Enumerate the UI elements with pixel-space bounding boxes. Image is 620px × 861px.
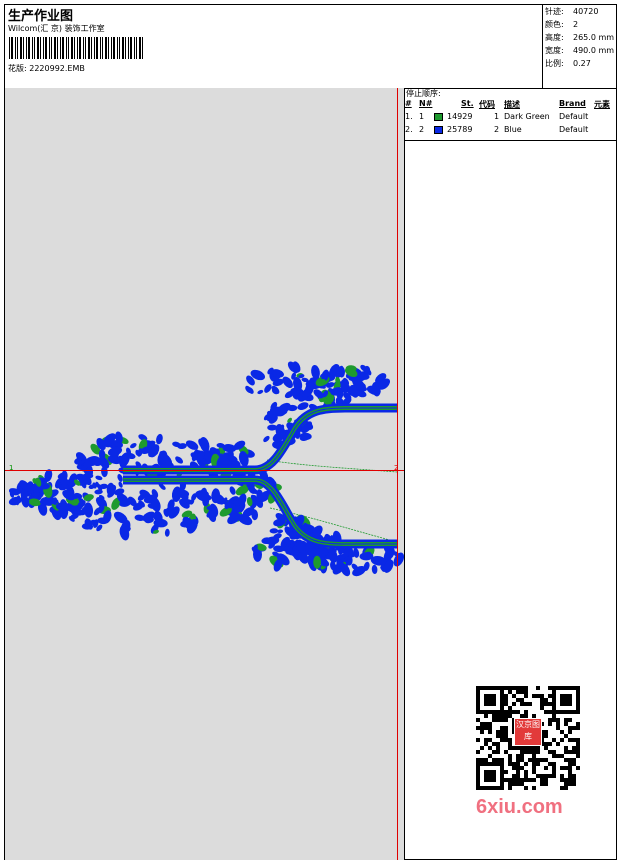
table-divider	[404, 140, 616, 141]
stat-colors: 颜色: 2	[545, 20, 579, 29]
start-marker: 1	[9, 464, 14, 472]
stat-height: 高度: 265.0 mm	[545, 33, 615, 42]
stat-scale: 比例: 0.27	[545, 59, 591, 68]
company-name: Wilcom(汇 京) 装饰工作室	[8, 24, 105, 33]
guide-line-horizontal	[5, 470, 404, 471]
page-title: 生产作业图	[8, 9, 74, 24]
stop-sequence-title: 停止顺序:	[406, 89, 441, 98]
design-file: 花版: 2220992.EMB	[8, 63, 85, 74]
color-swatch	[434, 113, 443, 121]
stop-sequence-panel: 停止顺序: # N# St. 代码 描述 Brand 元素 1. 1 14929…	[404, 88, 616, 860]
design-stats: 针迹: 40720 颜色: 2 高度: 265.0 mm 宽度: 490.0 mm 比例…	[542, 5, 617, 89]
barcode	[9, 37, 143, 59]
color-swatch	[434, 126, 443, 134]
guide-line-vertical	[397, 88, 398, 860]
qr-badge: 汉京图库	[514, 718, 542, 746]
col-needle: N#	[419, 99, 433, 108]
stat-width: 宽度: 490.0 mm	[545, 46, 615, 55]
col-brand: Brand	[559, 99, 586, 108]
col-description: 描述	[504, 100, 520, 109]
col-code: 代码	[479, 100, 495, 109]
design-canvas: 1 2	[5, 88, 405, 860]
design-file-label: 花版:	[8, 64, 27, 73]
embroidery-preview	[8, 361, 404, 577]
col-stitches: St.	[461, 99, 474, 108]
end-marker: 2	[394, 464, 399, 472]
stat-stitches: 针迹: 40720	[545, 7, 599, 16]
design-file-name: 2220992.EMB	[29, 64, 85, 73]
sheet-header: 生产作业图 Wilcom(汇 京) 装饰工作室 花版: 2220992.EMB	[5, 5, 542, 89]
col-element: 元素	[594, 100, 610, 109]
production-sheet: 生产作业图 Wilcom(汇 京) 装饰工作室 花版: 2220992.EMB …	[4, 4, 617, 860]
col-index: #	[405, 99, 412, 108]
watermark-text: 6xiu.com	[476, 796, 563, 818]
